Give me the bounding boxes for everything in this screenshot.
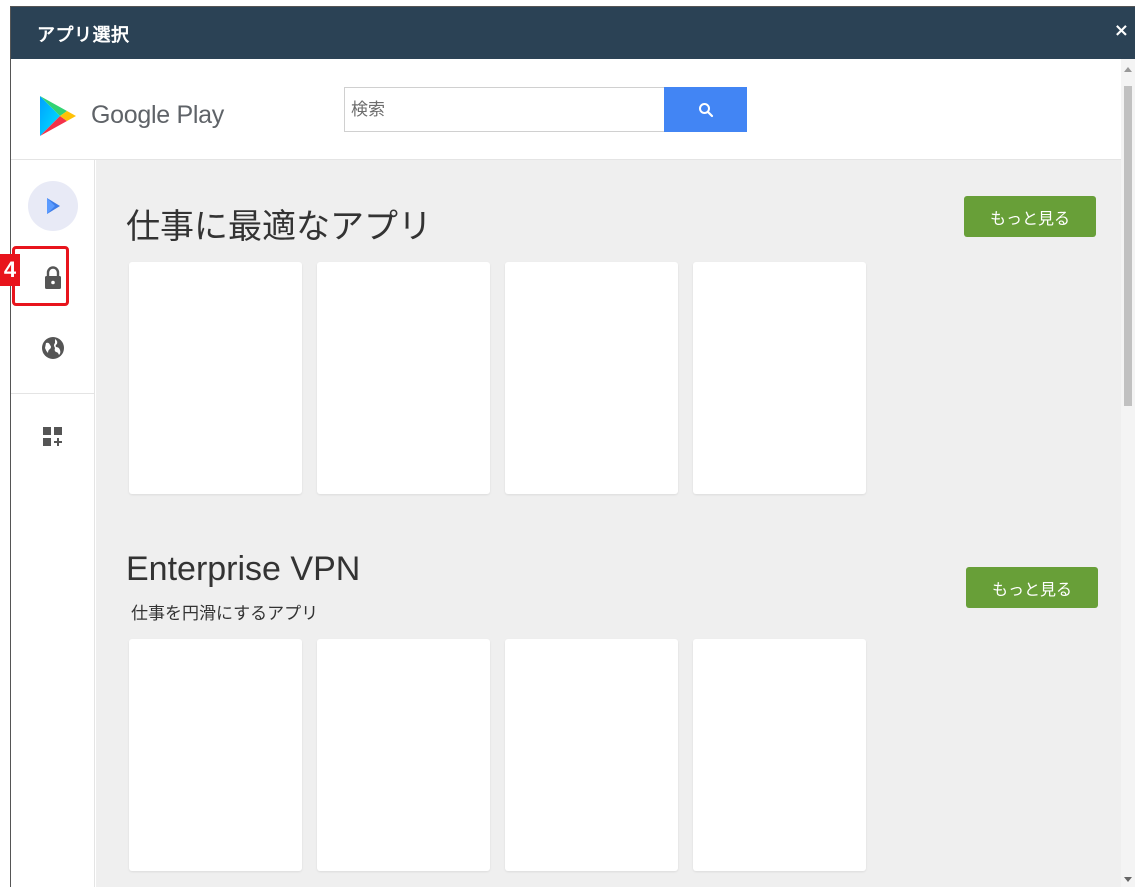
section-title: 仕事に最適なアプリ xyxy=(126,208,432,246)
dialog-title: アプリ選択 xyxy=(37,25,130,46)
see-more-button[interactable]: もっと見る xyxy=(966,567,1098,608)
store-content: 仕事に最適なアプリ もっと見る Enterprise VPN 仕事を円滑にするア… xyxy=(96,160,1121,887)
search-field[interactable] xyxy=(344,87,665,132)
lock-icon xyxy=(45,266,61,289)
app-select-dialog: アプリ選択 × Google Play 検索 仕事に最適なアプリ もっと見る E… xyxy=(10,6,1135,887)
section-subtitle: 仕事を円滑にするアプリ xyxy=(131,604,319,624)
add-apps-icon xyxy=(43,427,62,446)
app-card[interactable] xyxy=(693,262,866,494)
section-best-apps: 仕事に最適なアプリ もっと見る xyxy=(96,160,1121,505)
sidebar-item-private-apps[interactable] xyxy=(28,253,78,303)
scrollbar-thumb[interactable] xyxy=(1124,86,1132,406)
sidebar-divider xyxy=(11,393,95,394)
dialog-titlebar: アプリ選択 × xyxy=(11,7,1135,59)
see-more-button[interactable]: もっと見る xyxy=(964,196,1096,237)
sidebar-item-play-store[interactable] xyxy=(28,181,78,231)
section-enterprise-vpn: Enterprise VPN 仕事を円滑にするアプリ もっと見る xyxy=(96,540,1121,887)
close-icon[interactable]: × xyxy=(1114,22,1129,40)
globe-icon xyxy=(42,337,64,359)
store-header: Google Play xyxy=(11,59,1121,160)
app-card[interactable] xyxy=(317,262,490,494)
app-card[interactable] xyxy=(129,262,302,494)
search-input[interactable] xyxy=(345,88,664,131)
app-card[interactable] xyxy=(505,639,678,871)
store-sidebar xyxy=(11,160,95,887)
google-play-brand: Google Play xyxy=(91,101,224,129)
scroll-down-arrow-icon[interactable] xyxy=(1124,877,1132,882)
app-card[interactable] xyxy=(317,639,490,871)
app-card[interactable] xyxy=(129,639,302,871)
sidebar-item-organize-apps[interactable] xyxy=(28,412,78,462)
sidebar-item-web-apps[interactable] xyxy=(28,323,78,373)
app-card[interactable] xyxy=(505,262,678,494)
vertical-scrollbar[interactable] xyxy=(1121,59,1135,887)
search-button[interactable] xyxy=(664,87,747,132)
annotation-step-badge: 4 xyxy=(0,254,20,286)
section-title: Enterprise VPN xyxy=(126,550,361,588)
search-icon xyxy=(698,102,713,117)
google-play-logo-icon xyxy=(40,96,76,136)
scroll-up-arrow-icon[interactable] xyxy=(1124,67,1132,72)
app-card[interactable] xyxy=(693,639,866,871)
play-icon xyxy=(47,198,60,214)
